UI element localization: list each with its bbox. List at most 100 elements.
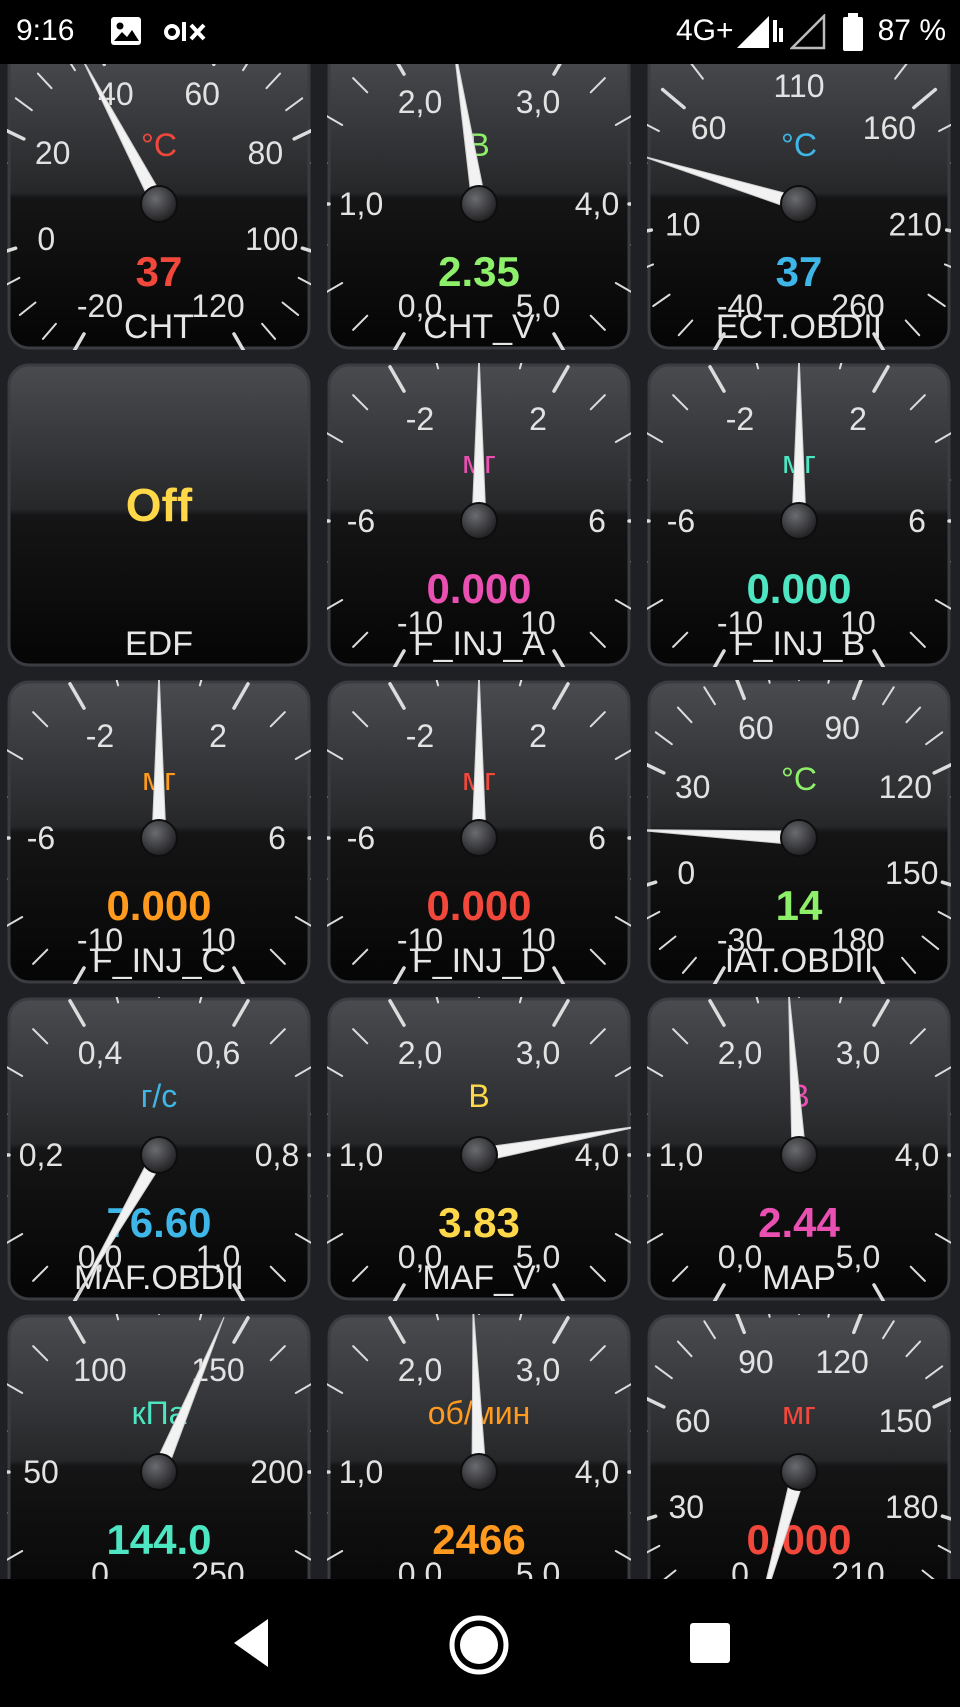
gauge-1000-rpm-obdii[interactable]: ×1000 RPM.OBDII0,01,02,03,04,05,0об/мин2… xyxy=(327,1314,631,1579)
gauge-cht[interactable]: CHT -20 0 20 40 60 80 100 120 °C 37 xyxy=(7,64,311,350)
unit-label: °C xyxy=(781,761,817,797)
needle-hub xyxy=(140,819,178,857)
tick-label: 2 xyxy=(529,401,547,437)
network-type: 4G+ xyxy=(676,14,734,47)
tick-label: 200 xyxy=(250,1454,303,1490)
tick-label: 5,0 xyxy=(516,288,560,324)
tick-label: 0,8 xyxy=(255,1137,299,1173)
gauge-mfdes[interactable]: MFDES0306090120150180210мг0.000 xyxy=(647,1314,951,1579)
tick-label: 90 xyxy=(824,710,860,746)
tick-label: 4,0 xyxy=(895,1137,939,1173)
tick-label: 6 xyxy=(908,503,926,539)
tick-label: 6 xyxy=(588,503,606,539)
tick-label: 2 xyxy=(209,718,227,754)
tick-label: 0 xyxy=(677,855,695,891)
tick-label: -6 xyxy=(667,503,695,539)
gauge-value: 3.83 xyxy=(438,1199,520,1246)
signal-icon xyxy=(737,16,783,48)
tick-label: -2 xyxy=(86,718,114,754)
status-bar: 9:16 4G+ 87 % xyxy=(0,0,960,64)
tick-label: 60 xyxy=(675,1403,711,1439)
status-time: 9:16 xyxy=(16,14,75,47)
tick-label: 10 xyxy=(665,206,701,242)
gauge-edf[interactable]: EDF Off xyxy=(7,363,311,667)
tick-label: 5,0 xyxy=(836,1239,880,1275)
gauge-f-inj-a[interactable]: F_INJ_A-10-6-22610мг0.000 xyxy=(327,363,631,667)
tick-label: 60 xyxy=(184,76,220,112)
no-signal-icon xyxy=(790,14,826,50)
gauge-value: 2466 xyxy=(432,1516,525,1563)
tick-label: 60 xyxy=(691,110,727,146)
gauge-grid: CHT -20 0 20 40 60 80 100 120 °C 37 CHT_V 0,0 1,0 2,0 3… xyxy=(0,64,960,1579)
unit-label: °C xyxy=(141,127,177,163)
tick-label: 30 xyxy=(668,1489,704,1525)
gauge-ect-obdii[interactable]: ECT.OBDII -40 10 60 110 160 210 260 °C 37 xyxy=(647,64,951,350)
needle-hub xyxy=(460,819,498,857)
recents-icon[interactable] xyxy=(686,1619,734,1667)
tick-label: 4,0 xyxy=(575,186,619,222)
tick-label: -2 xyxy=(406,718,434,754)
tick-label: 60 xyxy=(738,710,774,746)
tick-label: 2,0 xyxy=(718,1035,762,1071)
tick-label: 120 xyxy=(815,1344,868,1380)
gauge-value: 0.000 xyxy=(426,565,531,612)
tick-label: -6 xyxy=(347,820,375,856)
tick-label: -2 xyxy=(406,401,434,437)
gauge-cht-v[interactable]: CHT_V 0,0 1,0 2,0 3,0 4,0 5,0 В 2.35 xyxy=(327,64,631,350)
gauge-map[interactable]: MAP0,01,02,03,04,05,0В2.44 xyxy=(647,997,951,1301)
home-icon[interactable] xyxy=(447,1613,511,1677)
gauge-label: MAP xyxy=(762,1259,836,1297)
tick-label: 210 xyxy=(889,206,942,242)
needle-hub xyxy=(780,819,818,857)
unit-label: В xyxy=(468,1078,489,1114)
tick-label: 0,4 xyxy=(78,1035,122,1071)
needle-hub xyxy=(780,1453,818,1491)
gauge-f-inj-d[interactable]: F_INJ_D-10-6-22610мг0.000 xyxy=(327,680,631,984)
tick-label: 100 xyxy=(245,221,298,257)
gauge-maf-obdii[interactable]: MAF.OBDII0,00,20,40,60,81,0г/с76.60 xyxy=(7,997,311,1301)
tick-label: 1,0 xyxy=(659,1137,703,1173)
tick-label: 2,0 xyxy=(398,1352,442,1388)
back-icon[interactable] xyxy=(222,1611,282,1675)
unit-label: г/с xyxy=(141,1078,178,1114)
needle-hub xyxy=(140,185,178,223)
tick-label: 0,0 xyxy=(398,1239,442,1275)
gauge-map-obdii[interactable]: MAP.OBDII050100150200250кПа144.0 xyxy=(7,1314,311,1579)
gauge-value: 2.44 xyxy=(758,1199,840,1246)
battery-percent: 87 % xyxy=(877,14,946,47)
tick-label: -6 xyxy=(347,503,375,539)
tick-label: 110 xyxy=(773,68,824,104)
gauge-value: 0.000 xyxy=(426,882,531,929)
tick-label: 0,2 xyxy=(19,1137,63,1173)
tick-label: 0,0 xyxy=(718,1239,762,1275)
tick-label: -2 xyxy=(726,401,754,437)
tick-label: 120 xyxy=(191,288,244,324)
tick-label: 20 xyxy=(35,135,71,171)
gauge-value: 0.000 xyxy=(746,565,851,612)
tick-label: 0,6 xyxy=(196,1035,240,1071)
tick-label: 6 xyxy=(268,820,286,856)
gauge-value: 14 xyxy=(776,882,823,929)
tick-label: 3,0 xyxy=(516,1352,560,1388)
tick-label: -20 xyxy=(77,288,123,324)
tick-label: 3,0 xyxy=(836,1035,880,1071)
gauge-label: EDF xyxy=(125,625,193,663)
gauge-f-inj-c[interactable]: F_INJ_C-10-6-22610мг0.000 xyxy=(7,680,311,984)
navigation-bar xyxy=(0,1579,960,1707)
tick-label: 2 xyxy=(529,718,547,754)
gauge-value: 144.0 xyxy=(106,1516,211,1563)
gauge-iat-obdii[interactable]: IAT.OBDII -30 0 30 60 90 120 150 180 °C 14 xyxy=(647,680,951,984)
tick-label: 2,0 xyxy=(398,84,442,120)
gauge-maf-v[interactable]: MAF_V 0,0 1,0 2,0 3,0 4,0 5,0 В 3.83 xyxy=(327,997,631,1301)
gauge-value: 2.35 xyxy=(438,248,520,295)
tick-label: -40 xyxy=(717,288,763,324)
gauge-value: 0.000 xyxy=(106,882,211,929)
needle-hub xyxy=(780,185,818,223)
tick-label: 50 xyxy=(23,1454,59,1490)
tick-label: 80 xyxy=(248,135,284,171)
gauge-f-inj-b[interactable]: F_INJ_B-10-6-22610мг0.000 xyxy=(647,363,951,667)
gauge-value: 0.000 xyxy=(746,1516,851,1563)
tick-label: 6 xyxy=(588,820,606,856)
image-icon xyxy=(111,17,141,45)
tick-label: 120 xyxy=(879,769,932,805)
